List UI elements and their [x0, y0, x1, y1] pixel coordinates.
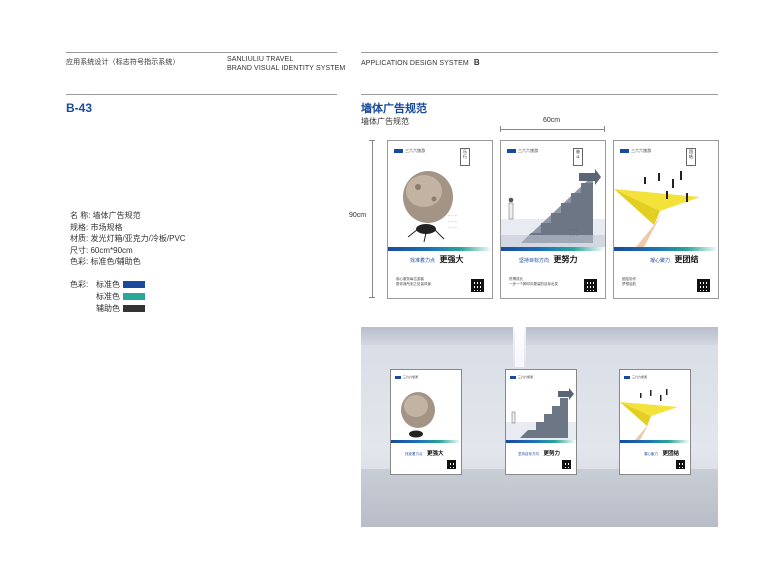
wall-mockup-scene: 三六六旅游 找准着力点 更强大 三六六旅游 坚持目标方向 更努力 三六六旅游 凝…	[361, 327, 718, 527]
wall-poster-2: 三六六旅游 坚持目标方向 更努力	[505, 369, 577, 475]
header-right-title-text: APPLICATION DESIGN SYSTEM	[361, 60, 469, 67]
poster-1-qr-code	[471, 279, 484, 292]
poster-1-rock-beetle-image	[403, 171, 453, 243]
header-left-title: 应用系统设计（标志符号指示系统）	[66, 59, 180, 66]
poster-2-footer-line2: 一步一个脚印向更高的目标出发	[509, 282, 558, 286]
poster-3-paper-plane-image	[614, 171, 700, 247]
wall-poster-3-slogan: 凝心聚力 更团结	[644, 442, 679, 460]
page-code: B-43	[66, 101, 93, 115]
width-dimension-tick-right	[604, 126, 605, 132]
poster-2-slogan-small: 坚持目标方向	[519, 258, 550, 264]
width-dimension-tick-left	[500, 126, 501, 132]
poster-3-qr-code	[697, 279, 710, 292]
wall-poster-3: 三六六旅游 凝心聚力 更团结	[619, 369, 691, 475]
wall-poster-2-slogan-big: 更努力	[543, 451, 560, 457]
wall-poster-1-slogan: 找准着力点 更强大	[405, 442, 443, 460]
page-subtitle: 墙体广告规范	[361, 117, 409, 126]
poster-2-stairs-image	[501, 169, 605, 247]
poster-3-slogan: 凝心聚力 更团结	[650, 249, 698, 267]
poster-3: 三六六旅游 团 结 凝心聚力 更团结 团结协作 梦想启航	[613, 140, 719, 299]
poster-2-footer: 拼搏成长 一步一个脚印向更高的目标出发	[509, 277, 558, 287]
poster-2-side-copy: ·· ·· ·· ·· ·· ··	[569, 228, 578, 238]
spec-list: 名 称: 墙体广告规范 规格: 市场规格 材质: 发光灯箱/亚克力/冷板/PVC…	[70, 210, 186, 268]
header-right-title: APPLICATION DESIGN SYSTEM B	[361, 59, 480, 68]
poster-2: 三六六旅游 奋 斗 ·· ·· ·· ·· ·· ·· 坚持目标方向 更努力 拼搏…	[500, 140, 606, 299]
ceiling-light-glow	[513, 327, 526, 372]
wall-poster-3-slogan-big: 更团结	[662, 451, 679, 457]
poster-3-slogan-big: 更团结	[674, 254, 699, 264]
poster-1-footer-line2: 愿你我所到之处皆风景	[396, 282, 431, 286]
poster-1: 三六六旅游 乐 行 ·· ·· ·· ·· ·· ·· ·· ·· ·· 找准着力点…	[387, 140, 493, 299]
spec-color: 色彩: 标准色/辅助色	[70, 257, 141, 266]
header-rule-right	[361, 52, 718, 53]
section-rule-right	[361, 94, 718, 95]
wall-poster-1-slogan-small: 找准着力点	[405, 452, 423, 456]
height-dimension-tick-bottom	[369, 297, 375, 298]
height-dimension-tick-top	[369, 140, 375, 141]
poster-2-brand: 三六六旅游	[507, 148, 538, 154]
wall-poster-3-slogan-small: 凝心聚力	[644, 452, 658, 456]
poster-3-vertical-text: 团 结	[686, 148, 696, 166]
spec-dimensions: 尺寸: 60cm*90cm	[70, 245, 133, 255]
poster-1-slogan-big: 更强大	[439, 254, 464, 264]
poster-2-qr-code	[584, 279, 597, 292]
color-swatch-standard-blue	[123, 281, 145, 288]
poster-3-footer: 团结协作 梦想启航	[622, 277, 636, 287]
poster-2-slogan-big: 更努力	[553, 254, 578, 264]
wall-poster-3-brand: 三六六旅游	[624, 375, 647, 379]
poster-1-slogan: 找准着力点 更强大	[410, 249, 463, 267]
poster-1-footer: 用心服务每位游客 愿你我所到之处皆风景	[396, 277, 431, 287]
height-dimension-label: 90cm	[349, 212, 367, 219]
poster-1-slogan-small: 找准着力点	[410, 258, 436, 264]
poster-3-brand: 三六六旅游	[620, 148, 651, 154]
header-rule-left	[66, 52, 337, 53]
poster-2-slogan: 坚持目标方向 更努力	[519, 249, 577, 267]
wall-poster-1-qr	[447, 460, 456, 469]
wall-poster-3-qr	[676, 460, 685, 469]
spec-size-class: 规格: 市场规格	[70, 222, 123, 232]
poster-3-footer-line2: 梦想启航	[622, 282, 636, 286]
header-right-letter: B	[473, 58, 480, 67]
poster-2-vertical-text: 奋 斗	[573, 148, 583, 166]
color-label: 色彩:	[70, 280, 89, 289]
wall-poster-1-rock-image	[401, 392, 435, 438]
color-swatch-standard-teal	[123, 293, 145, 300]
wall-poster-2-stairs-image	[506, 388, 576, 440]
page-title: 墙体广告规范	[361, 103, 427, 115]
width-dimension-label: 60cm	[543, 117, 561, 124]
wall-poster-2-brand: 三六六旅游	[510, 375, 533, 379]
poster-1-side-copy: ·· ·· ·· ·· ·· ·· ·· ·· ··	[448, 214, 457, 230]
wall-poster-1-brand: 三六六旅游	[395, 375, 418, 379]
wall-poster-1: 三六六旅游 找准着力点 更强大	[390, 369, 462, 475]
section-rule-left	[66, 94, 337, 95]
wall-floor	[361, 469, 718, 527]
color-swatch-auxiliary-dark	[123, 305, 145, 312]
color-name-1: 标准色	[96, 280, 120, 289]
wall-poster-3-plane-image	[620, 389, 678, 440]
header-brand-line2: BRAND VISUAL IDENTITY SYSTEM	[227, 65, 346, 72]
wall-ceiling	[361, 327, 718, 345]
poster-3-slogan-small: 凝心聚力	[650, 258, 671, 264]
color-name-2: 标准色	[96, 292, 120, 301]
poster-1-brand: 三六六旅游	[394, 148, 425, 154]
header-brand-line1: SANLIULIU TRAVEL	[227, 56, 294, 63]
wall-poster-2-slogan-small: 坚持目标方向	[518, 452, 539, 456]
spec-material: 材质: 发光灯箱/亚克力/冷板/PVC	[70, 234, 186, 243]
width-dimension-line	[500, 129, 605, 130]
color-name-3: 辅助色	[96, 304, 120, 313]
wall-poster-1-slogan-big: 更强大	[426, 451, 444, 457]
wall-poster-2-slogan: 坚持目标方向 更努力	[518, 442, 560, 460]
spec-name: 名 称: 墙体广告规范	[70, 211, 141, 220]
wall-poster-2-qr	[562, 460, 571, 469]
height-dimension-line	[372, 140, 373, 298]
